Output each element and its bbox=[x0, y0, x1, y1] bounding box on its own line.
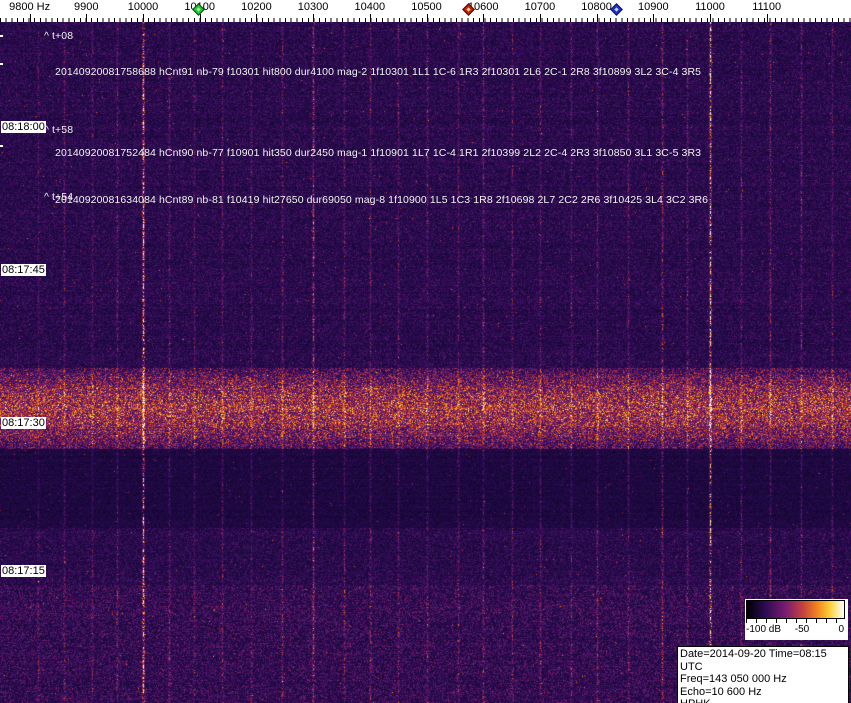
freq-axis-label-10900: 10900 bbox=[638, 1, 669, 13]
info-line-echo: Echo=10 600 Hz bbox=[680, 685, 762, 698]
freq-axis-major-tick bbox=[540, 14, 541, 22]
colorbar-legend: -100 dB -50 0 bbox=[745, 599, 848, 640]
freq-axis-major-tick bbox=[653, 14, 654, 22]
spectrogram-app-window: 9800 Hz990010000101001020010300104001050… bbox=[0, 0, 851, 703]
freq-axis-label-11100: 11100 bbox=[752, 1, 782, 13]
freq-axis-major-tick bbox=[200, 14, 201, 22]
freq-axis-major-tick bbox=[710, 14, 711, 22]
colorbar-label-max: 0 bbox=[838, 624, 844, 635]
freq-axis-major-tick bbox=[427, 14, 428, 22]
freq-axis-label-10400: 10400 bbox=[354, 1, 386, 13]
freq-axis-label-9800: 9800 Hz bbox=[9, 1, 51, 13]
freq-axis-minor-ticks bbox=[0, 18, 851, 22]
colorbar-label-mid: -50 bbox=[794, 624, 810, 635]
colorbar-label-min: -100 dB bbox=[746, 624, 782, 635]
freq-axis-major-tick bbox=[767, 14, 768, 22]
freq-axis-label-9900: 9900 bbox=[74, 1, 99, 13]
freq-axis-label-10200: 10200 bbox=[241, 1, 272, 13]
colorbar-labels: -100 dB -50 0 bbox=[746, 623, 845, 636]
blue-marker-center bbox=[614, 7, 619, 12]
freq-axis-major-tick bbox=[256, 14, 257, 22]
green-marker-center bbox=[196, 7, 201, 12]
freq-axis-major-tick bbox=[483, 14, 484, 22]
frequency-axis: 9800 Hz990010000101001020010300104001050… bbox=[0, 0, 851, 22]
info-line-date-time: Date=2014-09-20 Time=08:15 UTC bbox=[680, 648, 827, 673]
freq-axis-major-tick bbox=[370, 14, 371, 22]
freq-axis-label-10700: 10700 bbox=[524, 1, 556, 13]
freq-axis-major-tick bbox=[30, 14, 31, 22]
blue-marker-diamond-icon[interactable] bbox=[610, 3, 623, 16]
info-box: Date=2014-09-20 Time=08:15 UTC Freq=143 … bbox=[677, 646, 849, 703]
freq-axis-major-tick bbox=[597, 14, 598, 22]
freq-axis-major-tick bbox=[313, 14, 314, 22]
freq-axis-label-10500: 10500 bbox=[411, 1, 442, 13]
freq-axis-major-tick bbox=[86, 14, 87, 22]
red-marker-center bbox=[466, 7, 471, 12]
freq-axis-label-11000: 11000 bbox=[695, 1, 725, 13]
freq-axis-label-10800: 10800 bbox=[581, 1, 612, 13]
freq-axis-major-tick bbox=[143, 14, 144, 22]
info-line-station: HPHK bbox=[680, 698, 846, 703]
colorbar-gradient bbox=[746, 600, 845, 619]
info-line-frequency: Freq=143 050 000 Hz bbox=[680, 673, 787, 685]
freq-axis-label-10300: 10300 bbox=[297, 1, 329, 13]
freq-axis-label-10000: 10000 bbox=[127, 1, 159, 13]
spectrogram-waterfall-canvas[interactable] bbox=[0, 22, 851, 703]
